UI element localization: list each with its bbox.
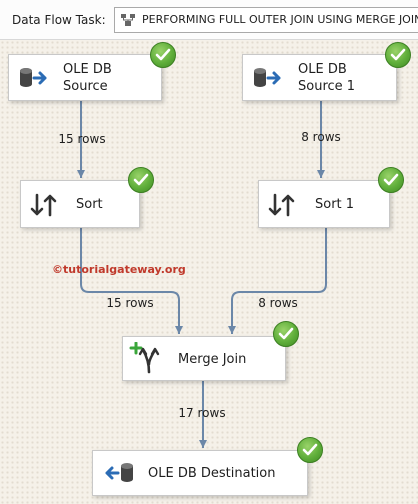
row-count-source-to-sort: 15 rows (58, 132, 106, 146)
tutorialgateway-watermark: ©tutorialgateway.org (52, 263, 186, 276)
row-count-merge-join-to-destination: 17 rows (178, 406, 226, 420)
sort-icon (268, 193, 295, 217)
node-label-line1: OLE DB (63, 62, 112, 77)
node-label-line1: OLE DB (298, 62, 347, 77)
success-check-icon (128, 167, 154, 193)
node-label-line2: Source 1 (298, 79, 356, 94)
node-label: OLE DB Destination (148, 466, 276, 481)
path-sort1-to-merge-join[interactable] (228, 228, 327, 334)
ole-db-source-node[interactable]: OLE DB Source (8, 54, 162, 101)
merge-join-node[interactable]: Merge Join (122, 336, 286, 381)
node-label: Sort 1 (315, 197, 355, 212)
row-count-sort1-to-merge-join: 8 rows (258, 296, 298, 310)
ole-db-source-1-node[interactable]: OLE DB Source 1 (242, 54, 397, 101)
row-count-source1-to-sort1: 8 rows (301, 130, 341, 144)
success-check-icon (150, 42, 176, 68)
sort-icon (30, 193, 57, 217)
ole-db-source-icon (254, 68, 281, 87)
merge-join-icon (129, 342, 160, 374)
ole-db-destination-icon (105, 463, 133, 482)
success-check-icon (297, 437, 323, 463)
node-label: Merge Join (178, 352, 247, 367)
node-label-line2: Source (63, 79, 108, 94)
sort-node[interactable]: Sort (20, 180, 140, 228)
ole-db-destination-node[interactable]: OLE DB Destination (92, 450, 308, 496)
ole-db-source-icon (20, 68, 47, 87)
node-label: Sort (76, 197, 103, 212)
sort-1-node[interactable]: Sort 1 (258, 180, 390, 228)
path-sort-to-merge-join[interactable] (80, 228, 183, 334)
row-count-sort-to-merge-join: 15 rows (106, 296, 154, 310)
success-check-icon (273, 321, 299, 347)
success-check-icon (385, 42, 411, 68)
success-check-icon (378, 167, 404, 193)
